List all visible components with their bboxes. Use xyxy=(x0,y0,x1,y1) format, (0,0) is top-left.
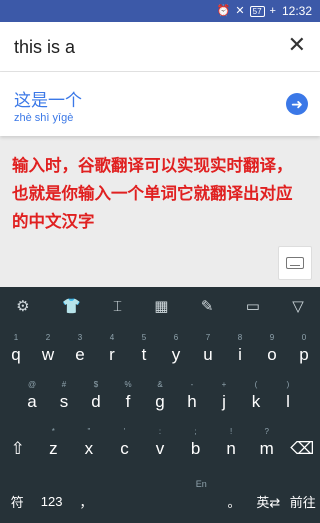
settings-icon[interactable]: ⚙ xyxy=(16,297,29,315)
key-p[interactable]: 0p xyxy=(288,333,320,365)
key-a[interactable]: @ a xyxy=(16,380,48,412)
key-z[interactable]: * z xyxy=(36,427,72,459)
key-h[interactable]: -h xyxy=(176,380,208,412)
key-w[interactable]: 2w xyxy=(32,333,64,365)
status-bar: ⏰ ✕ 57 + 12:32 xyxy=(0,0,320,22)
language-key[interactable]: 英⇄ xyxy=(251,492,285,511)
keyboard-row-1: 1q 2w 3e 4r 5t 6y 7u 8i 9o 0p xyxy=(0,333,320,365)
space-hint: En xyxy=(195,478,207,489)
language-switch-icon: ⇄ xyxy=(269,495,281,510)
key-d[interactable]: $ d xyxy=(80,380,112,412)
key-o[interactable]: 9o xyxy=(256,333,288,365)
shirt-icon[interactable]: 👕 xyxy=(62,297,81,315)
annotation-text: 输入时，谷歌翻译可以实现实时翻译，也就是你输入一个单词它就翻译出对应的中文汉字 xyxy=(12,157,293,231)
key-i[interactable]: 8i xyxy=(224,333,256,365)
key-c[interactable]: ' c xyxy=(107,427,143,459)
battery-level: 57 xyxy=(252,6,262,16)
key-f[interactable]: % f xyxy=(112,380,144,412)
keyboard-row-4: 符 123 ， En 。 英⇄ 前往 xyxy=(0,479,320,511)
keyboard-row-2: @ a # s $ d % f & g -h + j (k ) l xyxy=(0,380,320,412)
keyboard-row-3: ⇧ * z " x ' c :v ; b ! n ? m ⌫ xyxy=(0,427,320,459)
close-icon[interactable]: ✕ xyxy=(288,34,306,56)
period-key[interactable]: 。 xyxy=(217,492,251,511)
backspace-key[interactable]: ⌫ xyxy=(285,439,320,459)
key-t[interactable]: 5t xyxy=(128,333,160,365)
mute-icon: ✕ xyxy=(235,4,245,17)
key-x[interactable]: " x xyxy=(71,427,107,459)
battery-icon: 57 xyxy=(249,5,265,17)
status-time: 12:32 xyxy=(281,4,312,18)
space-key[interactable]: En xyxy=(103,479,217,511)
key-k[interactable]: (k xyxy=(240,380,272,412)
keypad-grid-icon[interactable]: ▦ xyxy=(154,297,168,315)
alarm-icon: ⏰ xyxy=(216,4,231,17)
enter-key[interactable]: 前往 xyxy=(286,492,320,511)
source-text-input[interactable]: this is a xyxy=(14,37,75,58)
key-j[interactable]: + j xyxy=(208,380,240,412)
key-n[interactable]: ! n xyxy=(213,427,249,459)
keyboard-toolbar: ⚙ 👕 ⌶ ▦ ✎ ▭ ▽ xyxy=(0,287,320,325)
keyboard-toggle-button[interactable] xyxy=(278,246,312,280)
handwriting-icon[interactable]: ✎ xyxy=(201,297,214,315)
keyboard-icon xyxy=(286,257,304,269)
message-icon[interactable]: ▭ xyxy=(246,297,260,315)
translation-result-card[interactable]: 这是一个 zhè shì yīgè ➜ xyxy=(0,72,320,136)
key-q[interactable]: 1q xyxy=(0,333,32,365)
collapse-icon[interactable]: ▽ xyxy=(292,297,304,315)
shift-key[interactable]: ⇧ xyxy=(0,439,36,459)
key-e[interactable]: 3e xyxy=(64,333,96,365)
translation-pinyin: zhè shì yīgè xyxy=(14,112,74,124)
cursor-icon[interactable]: ⌶ xyxy=(113,298,122,315)
key-s[interactable]: # s xyxy=(48,380,80,412)
key-g[interactable]: & g xyxy=(144,380,176,412)
key-u[interactable]: 7u xyxy=(192,333,224,365)
arrow-right-icon[interactable]: ➜ xyxy=(286,93,308,115)
translation-text: 这是一个 xyxy=(14,91,82,110)
key-y[interactable]: 6y xyxy=(160,333,192,365)
comma-key[interactable]: ， xyxy=(69,492,103,511)
key-m[interactable]: ? m xyxy=(249,427,285,459)
key-l[interactable]: ) l xyxy=(272,380,304,412)
key-b[interactable]: ; b xyxy=(178,427,214,459)
key-v[interactable]: :v xyxy=(142,427,178,459)
source-input-area[interactable]: this is a ✕ xyxy=(0,22,320,72)
language-label: 英 xyxy=(256,495,270,510)
key-r[interactable]: 4r xyxy=(96,333,128,365)
numbers-key[interactable]: 123 xyxy=(34,494,68,509)
charging-icon: + xyxy=(269,4,276,17)
symbol-key[interactable]: 符 xyxy=(0,492,34,511)
soft-keyboard: ⚙ 👕 ⌶ ▦ ✎ ▭ ▽ 1q 2w 3e 4r 5t 6y 7u 8i 9o… xyxy=(0,287,320,523)
